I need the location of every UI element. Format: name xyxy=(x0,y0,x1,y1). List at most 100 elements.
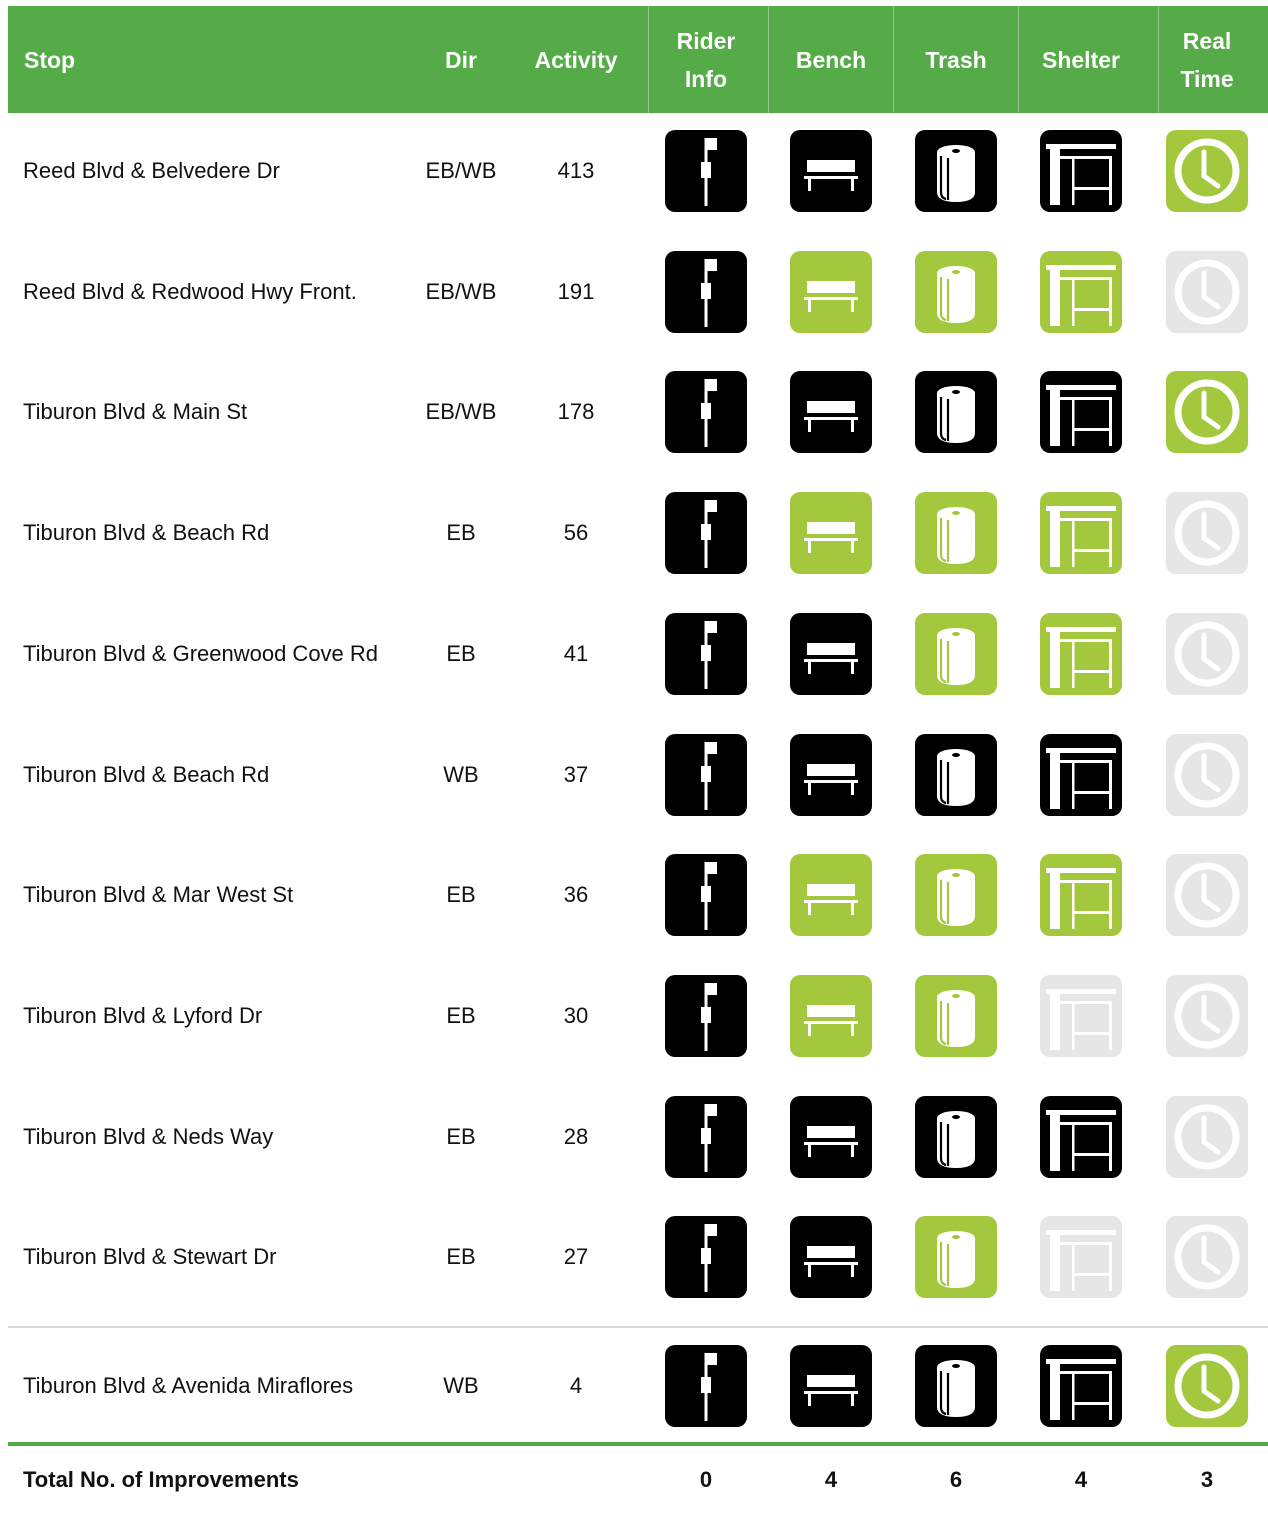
bench-icon xyxy=(790,734,872,816)
table-row: Tiburon Blvd & Main St EB/WB 178 xyxy=(8,352,1268,472)
header-dir: Dir xyxy=(445,46,477,73)
table-row: Tiburon Blvd & Greenwood Cove Rd EB 41 xyxy=(8,594,1268,714)
stop-direction: WB xyxy=(443,762,479,787)
totals-row: Total No. of Improvements 0 4 6 4 3 xyxy=(8,1446,1268,1513)
table-row: Tiburon Blvd & Lyford Dr EB 30 xyxy=(8,956,1268,1076)
shelter-icon xyxy=(1040,251,1122,333)
stop-activity: 28 xyxy=(563,1124,589,1149)
shelter-icon xyxy=(1040,130,1122,212)
trash-icon xyxy=(915,371,997,453)
table-row: Reed Blvd & Redwood Hwy Front. EB/WB 191 xyxy=(8,232,1268,352)
rider-info-icon xyxy=(665,251,747,333)
stop-direction: EB xyxy=(446,1003,476,1028)
trash-icon xyxy=(915,613,997,695)
stop-name: Tiburon Blvd & Beach Rd xyxy=(23,762,270,787)
table-row: Tiburon Blvd & Beach Rd WB 37 xyxy=(8,715,1268,835)
real-time-clock-icon xyxy=(1166,1096,1248,1178)
bench-icon xyxy=(790,130,872,212)
header-real-time: Real Time xyxy=(1180,27,1234,92)
stop-direction: WB xyxy=(443,1373,479,1398)
stop-direction: EB xyxy=(446,520,476,545)
stop-name: Tiburon Blvd & Greenwood Cove Rd xyxy=(23,641,379,666)
shelter-icon xyxy=(1040,854,1122,936)
bench-icon xyxy=(790,251,872,333)
table-row: Tiburon Blvd & Beach Rd EB 56 xyxy=(8,473,1268,593)
rider-info-icon xyxy=(665,613,747,695)
stop-name: Reed Blvd & Belvedere Dr xyxy=(23,158,280,183)
rider-info-icon xyxy=(665,734,747,816)
real-time-clock-icon xyxy=(1166,371,1248,453)
real-time-clock-icon xyxy=(1166,251,1248,333)
trash-icon xyxy=(915,251,997,333)
rider-info-icon xyxy=(665,130,747,212)
header-divider xyxy=(893,6,894,113)
table-row: Tiburon Blvd & Mar West St EB 36 xyxy=(8,835,1268,955)
stop-direction: EB/WB xyxy=(425,158,497,183)
bench-icon xyxy=(790,613,872,695)
shelter-icon xyxy=(1040,1216,1122,1298)
stop-direction: EB/WB xyxy=(425,399,497,424)
rider-info-icon xyxy=(665,1216,747,1298)
stop-activity: 36 xyxy=(563,882,589,907)
stop-name: Tiburon Blvd & Neds Way xyxy=(23,1124,274,1149)
header-divider xyxy=(768,6,769,113)
stop-activity: 41 xyxy=(563,641,589,666)
real-time-clock-icon xyxy=(1166,130,1248,212)
stop-name: Tiburon Blvd & Stewart Dr xyxy=(23,1244,277,1269)
trash-icon xyxy=(915,1216,997,1298)
table-row: Reed Blvd & Belvedere Dr EB/WB 413 xyxy=(8,111,1268,231)
stop-direction: EB xyxy=(446,641,476,666)
shelter-icon xyxy=(1040,1345,1122,1427)
header-divider xyxy=(1018,6,1019,113)
stop-activity: 4 xyxy=(569,1373,583,1398)
rider-info-icon xyxy=(665,371,747,453)
rider-info-icon xyxy=(665,1345,747,1427)
trash-icon xyxy=(915,1096,997,1178)
header-stop: Stop xyxy=(24,46,76,73)
real-time-clock-icon xyxy=(1166,734,1248,816)
stop-name: Tiburon Blvd & Main St xyxy=(23,399,248,424)
stop-direction: EB xyxy=(446,882,476,907)
bench-icon xyxy=(790,854,872,936)
stop-activity: 27 xyxy=(563,1244,589,1269)
shelter-icon xyxy=(1040,371,1122,453)
stop-name: Tiburon Blvd & Avenida Miraflores xyxy=(23,1373,354,1398)
header-bench: Bench xyxy=(795,46,867,73)
stop-direction: EB xyxy=(446,1124,476,1149)
stop-name: Reed Blvd & Redwood Hwy Front. xyxy=(23,279,357,304)
rider-info-icon xyxy=(665,1096,747,1178)
bench-icon xyxy=(790,1096,872,1178)
table-row: Tiburon Blvd & Neds Way EB 28 xyxy=(8,1077,1268,1197)
stop-activity: 191 xyxy=(557,279,595,304)
stop-name: Tiburon Blvd & Beach Rd xyxy=(23,520,270,545)
rider-info-icon xyxy=(665,492,747,574)
shelter-icon xyxy=(1040,613,1122,695)
shelter-icon xyxy=(1040,492,1122,574)
stop-direction: EB xyxy=(446,1244,476,1269)
bench-icon xyxy=(790,1345,872,1427)
stop-name: Tiburon Blvd & Mar West St xyxy=(23,882,294,907)
bench-icon xyxy=(790,975,872,1057)
total-real-time: 3 xyxy=(1200,1466,1214,1492)
header-trash: Trash xyxy=(925,46,987,73)
header-divider xyxy=(648,6,649,113)
trash-icon xyxy=(915,854,997,936)
table-row: Tiburon Blvd & Avenida Miraflores WB 4 xyxy=(8,1326,1268,1446)
trash-icon xyxy=(915,734,997,816)
rider-info-icon xyxy=(665,975,747,1057)
stop-direction: EB/WB xyxy=(425,279,497,304)
real-time-clock-icon xyxy=(1166,975,1248,1057)
total-bench: 4 xyxy=(824,1466,838,1492)
stop-activity: 30 xyxy=(563,1003,589,1028)
total-shelter: 4 xyxy=(1074,1466,1088,1492)
total-rider-info: 0 xyxy=(699,1466,713,1492)
bench-icon xyxy=(790,371,872,453)
header-divider xyxy=(1158,6,1159,113)
real-time-clock-icon xyxy=(1166,492,1248,574)
real-time-clock-icon xyxy=(1166,1345,1248,1427)
header-shelter: Shelter xyxy=(1042,46,1120,73)
stop-activity: 413 xyxy=(557,158,595,183)
stop-name: Tiburon Blvd & Lyford Dr xyxy=(23,1003,263,1028)
trash-icon xyxy=(915,1345,997,1427)
trash-icon xyxy=(915,492,997,574)
